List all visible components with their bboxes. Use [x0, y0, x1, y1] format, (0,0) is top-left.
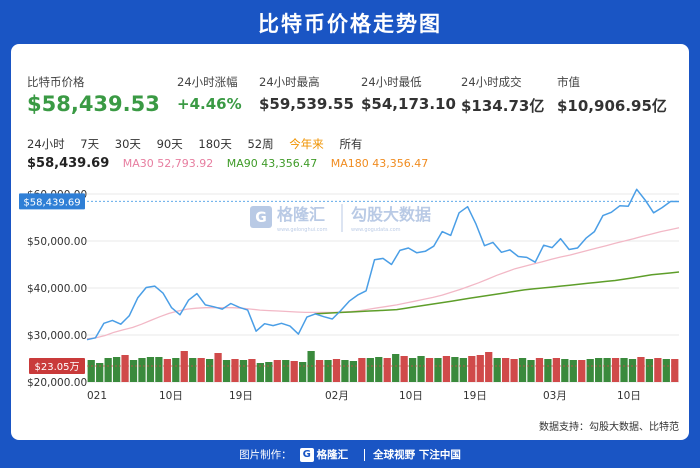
- volume-bar: [358, 358, 366, 382]
- volume-bar: [222, 360, 231, 382]
- volume-bar: [586, 359, 594, 382]
- current-price-label: $58,439.69: [23, 197, 80, 208]
- volume-bar: [290, 361, 298, 382]
- footer-made-by: 图片制作：: [239, 449, 292, 461]
- x-tick-label: 10日: [399, 390, 423, 402]
- footer: 图片制作： G 格隆汇 全球视野 下注中国: [0, 441, 700, 468]
- volume-bar: [121, 355, 129, 382]
- volume-bar: [180, 351, 188, 382]
- volume-bar: [87, 360, 95, 382]
- volume-bar: [628, 359, 637, 382]
- gelonghui-logo-icon: G: [299, 447, 314, 462]
- volume-bar: [476, 355, 484, 382]
- volume-bar: [459, 358, 467, 382]
- volume-bar: [637, 357, 645, 382]
- volume-bar: [299, 362, 307, 382]
- volume-bar: [569, 360, 577, 382]
- volume-bar: [366, 358, 374, 382]
- watermark-brand2: 勾股大数据: [351, 205, 431, 224]
- volume-bar: [231, 359, 239, 382]
- volume-bar: [307, 351, 315, 382]
- volume-bar: [112, 357, 121, 382]
- footer-brand: 格隆汇: [316, 449, 349, 461]
- volume-bar: [645, 359, 654, 382]
- volume-bar: [189, 358, 197, 382]
- volume-bar: [510, 359, 518, 382]
- volume-bar: [578, 360, 586, 382]
- watermark: G 格隆汇 www.gelonghui.com 勾股大数据 www.goguda…: [250, 204, 431, 233]
- volume-bar: [239, 360, 248, 382]
- volume-bar: [552, 358, 560, 382]
- volume-bar: [172, 358, 180, 382]
- volume-bar: [611, 358, 620, 382]
- volume-bar: [442, 356, 451, 382]
- volume-bar: [662, 359, 670, 382]
- watermark-brand1: 格隆汇: [277, 205, 325, 224]
- y-tick-label: $40,000.00: [27, 283, 87, 295]
- volume-bar: [468, 356, 476, 382]
- volume-bar: [485, 352, 493, 382]
- volume-bar: [324, 360, 332, 382]
- y-tick-label: $20,000.00: [27, 377, 87, 389]
- volume-bar: [282, 360, 290, 382]
- volume-bar: [248, 359, 256, 382]
- x-tick-label: 10日: [159, 390, 183, 402]
- volume-bar: [332, 359, 341, 382]
- volume-bar: [620, 358, 628, 382]
- data-source: 数据支持：勾股大数据、比特范: [539, 422, 679, 433]
- volume-bar: [163, 359, 171, 382]
- volume-bar: [383, 358, 391, 382]
- volume-bar: [104, 358, 112, 382]
- volume-bar: [603, 358, 611, 382]
- volume-bar: [417, 356, 425, 382]
- watermark-sub1: www.gelonghui.com: [277, 227, 328, 233]
- volume-bar: [400, 356, 408, 382]
- volume-bar: [408, 358, 417, 382]
- x-tick-label: 19日: [229, 390, 253, 402]
- x-tick-label: 03月: [543, 390, 567, 402]
- volume-bar: [434, 358, 442, 382]
- volume-bar: [502, 358, 510, 382]
- volume-bar: [197, 358, 205, 382]
- price-chart: G 格隆汇 www.gelonghui.com 勾股大数据 www.goguda…: [19, 188, 680, 402]
- current-volume-label: $23.05万: [35, 362, 80, 373]
- volume-bar: [493, 358, 501, 382]
- volume-bar: [544, 359, 552, 382]
- volume-bar: [155, 357, 163, 382]
- volume-bar: [392, 354, 400, 382]
- volume-bar: [214, 353, 222, 382]
- volume-bar: [273, 360, 281, 382]
- volume-bar: [375, 357, 383, 382]
- x-tick-label: 10日: [617, 390, 641, 402]
- x-tick-label: 19日: [463, 390, 487, 402]
- volume-bar: [535, 358, 544, 382]
- volume-bar: [349, 361, 358, 382]
- y-tick-label: $30,000.00: [27, 330, 87, 342]
- volume-bar: [671, 359, 679, 382]
- volume-bar: [527, 360, 535, 382]
- volume-bar: [146, 357, 155, 382]
- volume-bar: [451, 357, 459, 382]
- volume-bar: [561, 359, 569, 382]
- chart-card: 比特币价格 $58,439.53 24小时涨幅 +4.46% 24小时最高 $5…: [11, 44, 689, 440]
- volume-bar: [315, 360, 324, 382]
- volume-bar: [265, 362, 273, 382]
- y-tick-label: $50,000.00: [27, 236, 87, 248]
- volume-bar: [425, 358, 434, 382]
- footer-divider: [364, 448, 366, 461]
- watermark-logo-letter: G: [255, 210, 267, 226]
- volume-bar: [654, 358, 662, 382]
- watermark-sub2: www.gogudata.com: [351, 227, 401, 233]
- volume-bar: [595, 358, 603, 382]
- x-tick-label: 02月: [325, 390, 349, 402]
- volume-bar: [518, 358, 527, 382]
- volume-bar: [138, 358, 146, 382]
- header-title: 比特币价格走势图: [258, 12, 442, 36]
- footer-slogan: 全球视野 下注中国: [373, 449, 461, 461]
- volume-bar: [129, 360, 138, 382]
- x-tick-label: 021: [87, 390, 107, 402]
- volume-bar: [341, 360, 349, 382]
- volume-bar: [206, 359, 214, 382]
